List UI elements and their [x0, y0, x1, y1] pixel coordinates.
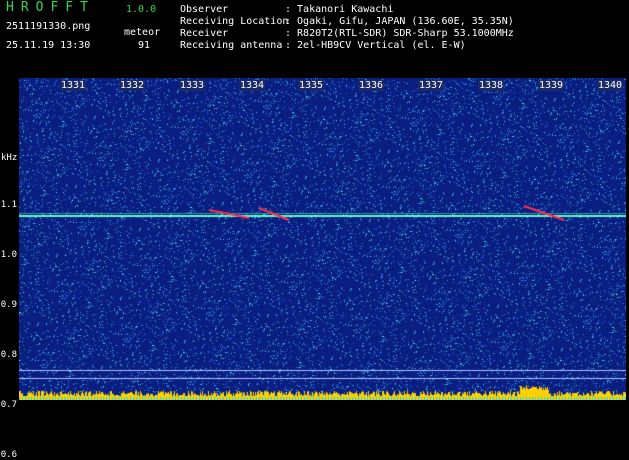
waterfall-spectrogram [19, 78, 626, 400]
x-tick-label: 1335 [298, 80, 325, 91]
observer-label: Observer [180, 4, 229, 15]
y-tick-label: 1.1 [0, 200, 17, 210]
location-label: Receiving Location [180, 16, 289, 27]
meteor-count: 91 [138, 40, 151, 51]
y-tick-label: 1.0 [0, 250, 17, 260]
x-tick-label: 1337 [418, 80, 445, 91]
y-axis: kHz 1.1 1.0 0.9 0.8 0.7 0.6 [0, 76, 19, 460]
x-tick-label: 1332 [119, 80, 146, 91]
x-tick-label: 1336 [358, 80, 385, 91]
location-value: : Ogaki, Gifu, JAPAN (136.60E, 35.35N) [285, 16, 514, 27]
x-tick-label: 1338 [478, 80, 505, 91]
app-version: 1.0.0 [126, 4, 157, 15]
header-panel: HROFFT 1.0.0 2511191330.png 25.11.19 13:… [0, 0, 629, 76]
x-tick-label: 1340 [597, 80, 624, 91]
file-name: 2511191330.png [6, 21, 91, 32]
x-tick-label: 1334 [239, 80, 266, 91]
y-tick-label: 0.9 [0, 300, 17, 310]
receiver-value: : R820T2(RTL-SDR) SDR-Sharp 53.1000MHz [285, 28, 514, 39]
x-tick-label: 1331 [60, 80, 87, 91]
y-tick-label: 0.6 [0, 450, 17, 460]
y-unit-label: kHz [1, 153, 18, 163]
observer-value: : Takanori Kawachi [285, 4, 394, 15]
antenna-label: Receiving antenna [180, 40, 283, 51]
x-tick-label: 1339 [538, 80, 565, 91]
app-name: HROFFT [6, 0, 95, 15]
x-tick-label: 1333 [179, 80, 206, 91]
y-tick-label: 0.8 [0, 350, 17, 360]
receiver-label: Receiver [180, 28, 229, 39]
meteor-label: meteor [124, 27, 161, 38]
antenna-value: : 2el-HB9CV Vertical (el. E-W) [285, 40, 466, 51]
y-tick-label: 0.7 [0, 400, 17, 410]
capture-datetime: 25.11.19 13:30 [6, 40, 91, 51]
